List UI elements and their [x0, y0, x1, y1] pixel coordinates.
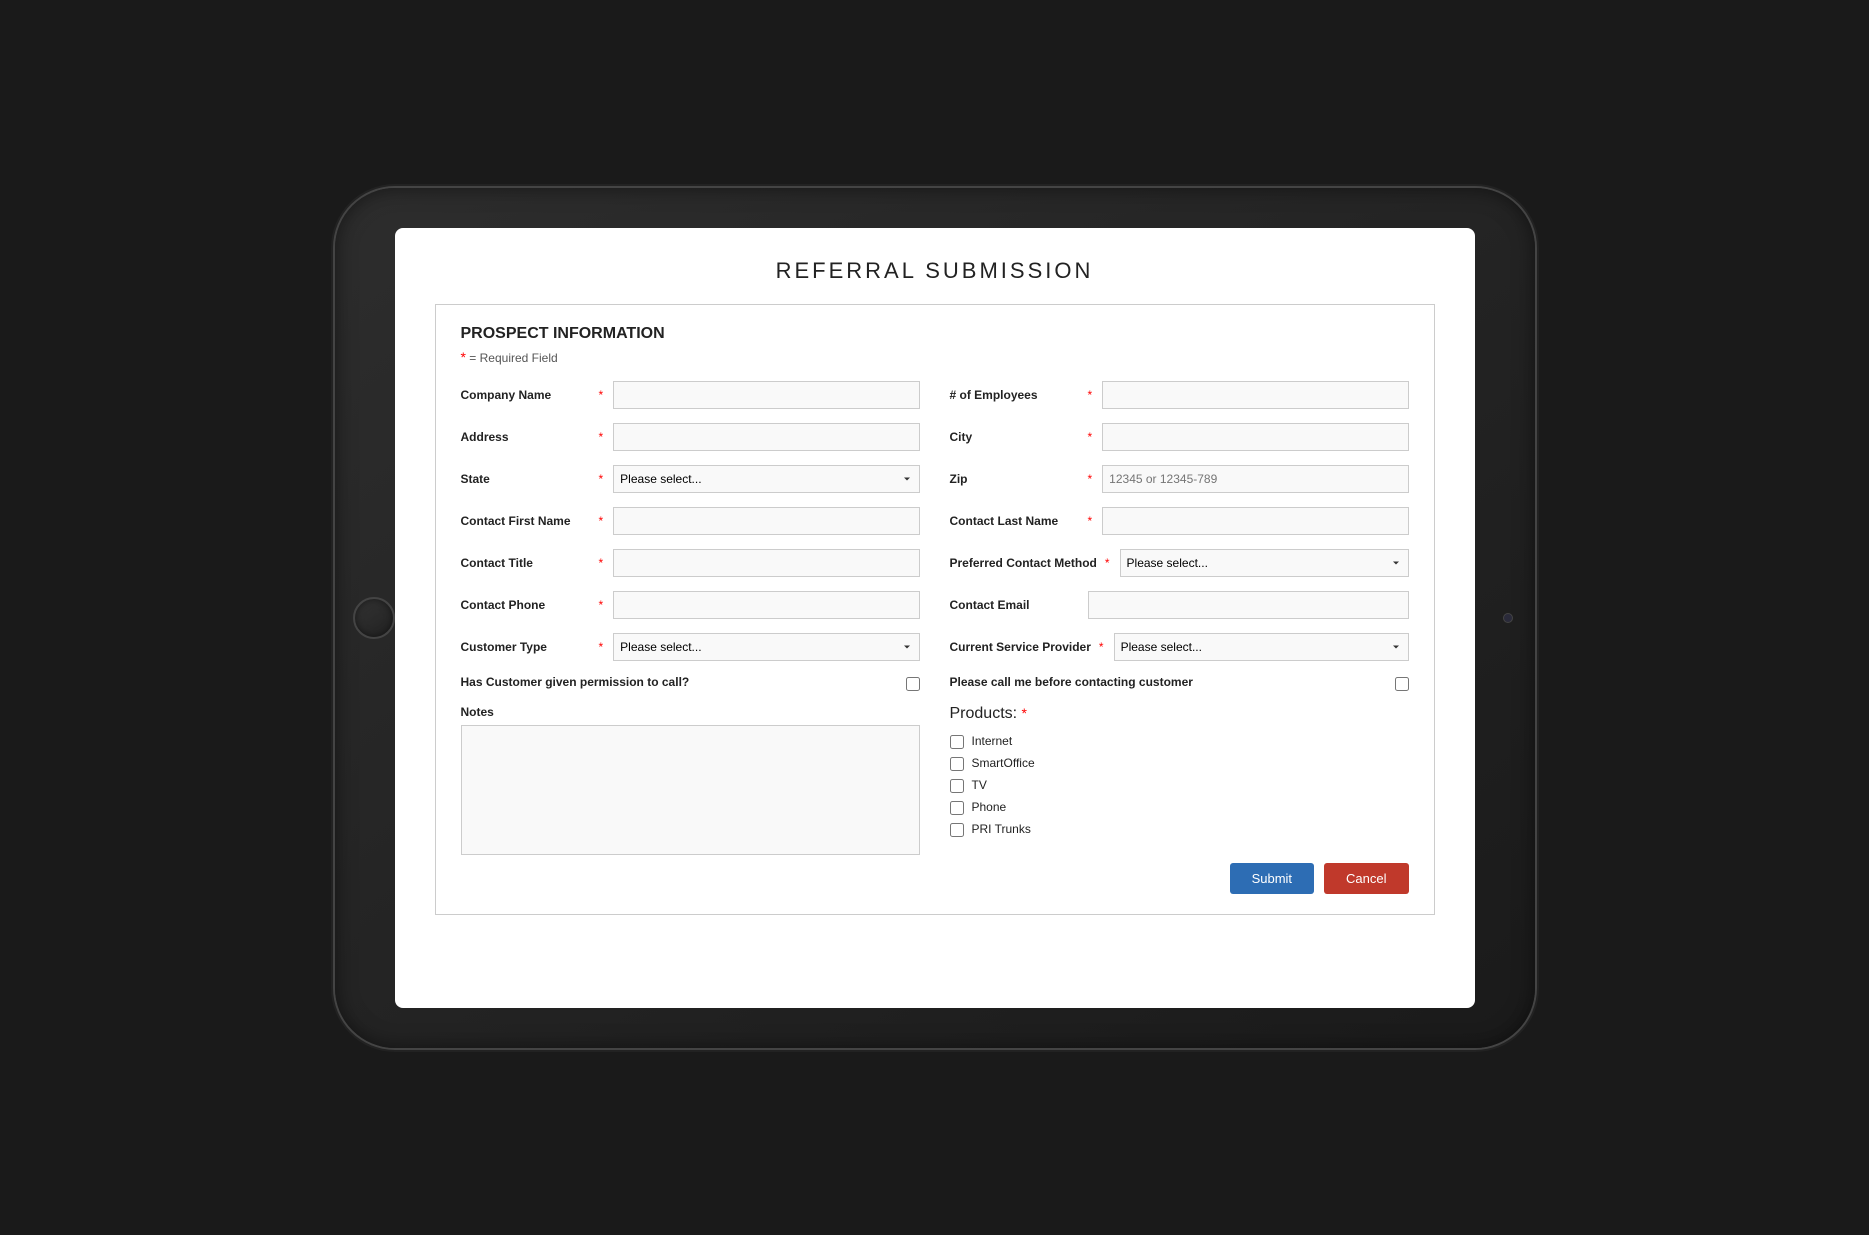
customer-type-row: Customer Type * Please select... — [461, 633, 920, 661]
submit-button[interactable]: Submit — [1230, 863, 1314, 894]
bottom-section: Notes Products: * Internet — [461, 705, 1409, 894]
product-internet-label: Internet — [972, 734, 1013, 748]
notes-textarea[interactable] — [461, 725, 920, 855]
city-required: * — [1088, 430, 1093, 444]
contact-first-label: Contact First Name — [461, 514, 591, 528]
contact-email-input[interactable] — [1088, 591, 1409, 619]
city-label: City — [950, 430, 1080, 444]
page-content: REFERRAL SUBMISSION PROSPECT INFORMATION… — [395, 228, 1475, 1008]
contact-first-row: Contact First Name * — [461, 507, 920, 535]
product-tv-label: TV — [972, 778, 987, 792]
customer-type-label: Customer Type — [461, 640, 591, 654]
zip-input[interactable] — [1102, 465, 1408, 493]
state-row: State * Please select... — [461, 465, 920, 493]
notes-section: Notes — [461, 705, 920, 894]
product-smartoffice: SmartOffice — [950, 755, 1409, 771]
home-button[interactable] — [353, 597, 395, 639]
page-title: REFERRAL SUBMISSION — [435, 258, 1435, 284]
required-asterisk: * — [461, 349, 466, 365]
contact-last-required: * — [1088, 514, 1093, 528]
address-input[interactable] — [613, 423, 919, 451]
state-label: State — [461, 472, 591, 486]
product-phone-label: Phone — [972, 800, 1007, 814]
zip-label: Zip — [950, 472, 1080, 486]
product-internet: Internet — [950, 733, 1409, 749]
company-name-required: * — [599, 388, 604, 402]
contact-last-input[interactable] — [1102, 507, 1408, 535]
product-internet-checkbox[interactable] — [950, 735, 964, 749]
city-row: City * — [950, 423, 1409, 451]
company-name-label: Company Name — [461, 388, 591, 402]
cancel-button[interactable]: Cancel — [1324, 863, 1408, 894]
employees-required: * — [1088, 388, 1093, 402]
product-pri-trunks-label: PRI Trunks — [972, 822, 1031, 836]
call-before-checkbox[interactable] — [1395, 677, 1409, 691]
products-required: * — [1022, 705, 1027, 721]
product-tv: TV — [950, 777, 1409, 793]
camera — [1503, 613, 1513, 623]
permission-label: Has Customer given permission to call? — [461, 675, 898, 689]
employees-input[interactable] — [1102, 381, 1408, 409]
address-row: Address * — [461, 423, 920, 451]
call-before-label: Please call me before contacting custome… — [950, 675, 1387, 689]
preferred-contact-required: * — [1105, 556, 1110, 570]
contact-email-row: Contact Email — [950, 591, 1409, 619]
contact-title-row: Contact Title * — [461, 549, 920, 577]
city-input[interactable] — [1102, 423, 1408, 451]
preferred-contact-row: Preferred Contact Method * Please select… — [950, 549, 1409, 577]
product-pri-trunks-checkbox[interactable] — [950, 823, 964, 837]
preferred-contact-label: Preferred Contact Method — [950, 556, 1097, 570]
current-provider-row: Current Service Provider * Please select… — [950, 633, 1409, 661]
product-pri-trunks: PRI Trunks — [950, 821, 1409, 837]
contact-phone-label: Contact Phone — [461, 598, 591, 612]
contact-title-input[interactable] — [613, 549, 919, 577]
contact-title-label: Contact Title — [461, 556, 591, 570]
call-before-row: Please call me before contacting custome… — [950, 675, 1409, 691]
employees-label: # of Employees — [950, 388, 1080, 402]
product-tv-checkbox[interactable] — [950, 779, 964, 793]
customer-type-required: * — [599, 640, 604, 654]
products-title: Products: * — [950, 705, 1409, 723]
address-required: * — [599, 430, 604, 444]
contact-phone-row: Contact Phone * — [461, 591, 920, 619]
required-note: * = Required Field — [461, 349, 1409, 365]
state-required: * — [599, 472, 604, 486]
preferred-contact-select[interactable]: Please select... — [1120, 549, 1409, 577]
customer-type-select[interactable]: Please select... — [613, 633, 919, 661]
contact-phone-input[interactable] — [613, 591, 919, 619]
products-section: Products: * Internet SmartOffice — [950, 705, 1409, 894]
address-label: Address — [461, 430, 591, 444]
state-select[interactable]: Please select... — [613, 465, 919, 493]
notes-label: Notes — [461, 705, 920, 719]
form-container: PROSPECT INFORMATION * = Required Field … — [435, 304, 1435, 915]
product-phone-checkbox[interactable] — [950, 801, 964, 815]
buttons-row: Submit Cancel — [950, 863, 1409, 894]
current-provider-select[interactable]: Please select... — [1114, 633, 1409, 661]
contact-first-input[interactable] — [613, 507, 919, 535]
permission-row: Has Customer given permission to call? — [461, 675, 920, 691]
company-name-row: Company Name * — [461, 381, 920, 409]
permission-checkbox[interactable] — [906, 677, 920, 691]
form-grid: Company Name * # of Employees * Address … — [461, 381, 1409, 691]
employees-row: # of Employees * — [950, 381, 1409, 409]
contact-phone-required: * — [599, 598, 604, 612]
section-title: PROSPECT INFORMATION — [461, 325, 1409, 343]
zip-row: Zip * — [950, 465, 1409, 493]
contact-email-label: Contact Email — [950, 598, 1080, 612]
product-smartoffice-label: SmartOffice — [972, 756, 1035, 770]
current-provider-label: Current Service Provider — [950, 640, 1091, 654]
contact-last-row: Contact Last Name * — [950, 507, 1409, 535]
zip-required: * — [1088, 472, 1093, 486]
company-name-input[interactable] — [613, 381, 919, 409]
tablet-frame: REFERRAL SUBMISSION PROSPECT INFORMATION… — [335, 188, 1535, 1048]
contact-last-label: Contact Last Name — [950, 514, 1080, 528]
contact-first-required: * — [599, 514, 604, 528]
product-smartoffice-checkbox[interactable] — [950, 757, 964, 771]
tablet-screen: REFERRAL SUBMISSION PROSPECT INFORMATION… — [395, 228, 1475, 1008]
product-phone: Phone — [950, 799, 1409, 815]
current-provider-required: * — [1099, 640, 1104, 654]
contact-title-required: * — [599, 556, 604, 570]
